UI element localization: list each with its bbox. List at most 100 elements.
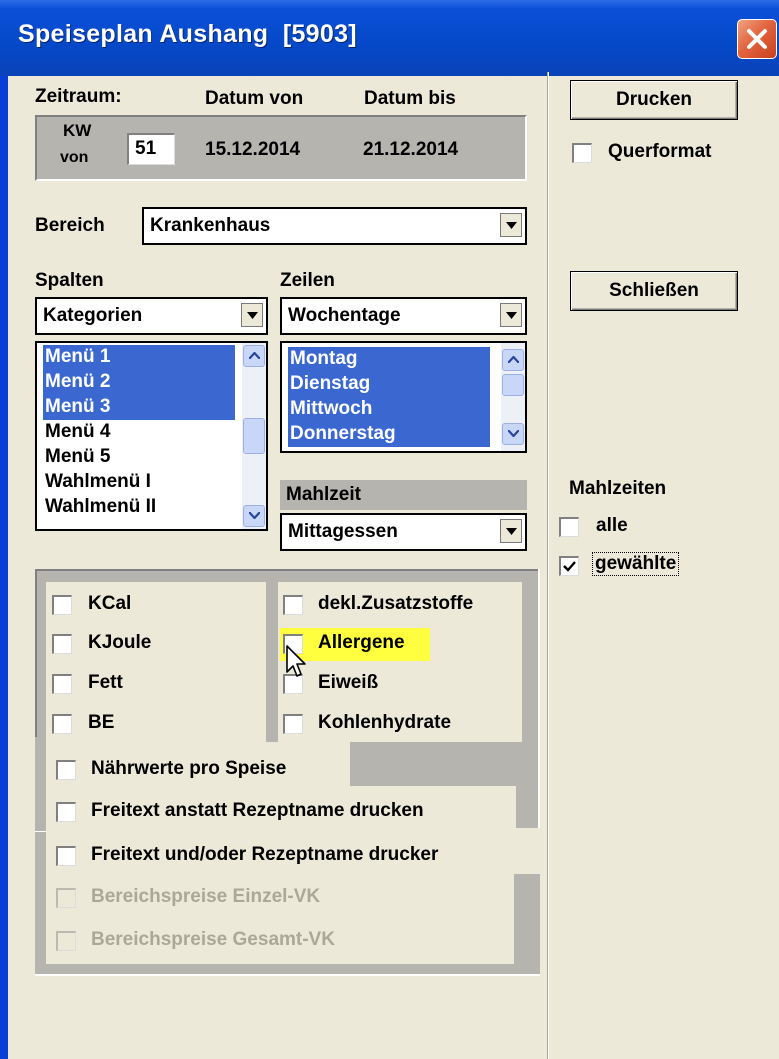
zusatzstoffe-label: dekl.Zusatzstoffe (318, 593, 474, 614)
chevron-down-icon (506, 312, 517, 319)
scroll-down-button[interactable] (243, 505, 265, 527)
mahlzeit-dropdown-button[interactable] (500, 519, 522, 543)
mahlzeiten-label: Mahlzeiten (569, 478, 667, 499)
bereich-select[interactable]: Krankenhaus (142, 207, 527, 245)
gesamt-vk-label: Bereichspreise Gesamt-VK (91, 929, 335, 950)
be-checkbox[interactable] (52, 714, 72, 734)
chevron-up-icon (508, 356, 519, 363)
panel-side (514, 874, 540, 975)
zusatzstoffe-checkbox[interactable] (283, 595, 303, 615)
chevron-down-icon (247, 312, 258, 319)
schliessen-button[interactable]: Schließen (570, 271, 738, 311)
kw-label: KW (63, 121, 92, 140)
chevron-down-icon (508, 430, 519, 437)
list-item[interactable]: Menü 1 (43, 345, 235, 370)
list-item[interactable]: Menü 2 (43, 370, 235, 395)
bereich-dropdown-button[interactable] (500, 213, 522, 237)
be-label: BE (88, 712, 115, 733)
dialog-window: Speiseplan Aushang [5903] Zeitraum: Datu… (0, 0, 779, 1059)
spalten-listbox[interactable]: Menü 1 Menü 2 Menü 3 Menü 4 Menü 5 Wahlm… (35, 341, 268, 531)
einzel-vk-checkbox (56, 888, 76, 908)
panel-edge (35, 974, 540, 976)
scroll-up-button[interactable] (243, 345, 265, 367)
mahlzeit-value: Mittagessen (288, 521, 398, 542)
chevron-down-icon (506, 528, 517, 535)
chevron-down-icon (506, 222, 517, 229)
chevron-up-icon (249, 352, 260, 359)
kjoule-label: KJoule (88, 632, 152, 653)
scroll-down-button[interactable] (502, 423, 524, 445)
list-item[interactable]: Montag (288, 347, 490, 372)
fett-label: Fett (88, 672, 123, 693)
alle-label: alle (596, 515, 628, 536)
list-item[interactable]: Menü 5 (43, 445, 110, 470)
gesamt-vk-checkbox (56, 931, 76, 951)
zeitraum-label: Zeitraum: (35, 86, 122, 107)
drucken-label: Drucken (615, 89, 693, 110)
spalten-scrollbar[interactable] (242, 343, 266, 529)
fett-checkbox[interactable] (52, 674, 72, 694)
list-item[interactable]: Donnerstag (288, 422, 490, 447)
allergene-label: Allergene (318, 632, 405, 653)
kcal-label: KCal (88, 593, 132, 614)
scroll-thumb[interactable] (243, 418, 265, 454)
drucken-button[interactable]: Drucken (570, 80, 738, 120)
window-title: Speiseplan Aushang [5903] (18, 20, 357, 48)
datum-von-value: 15.12.2014 (205, 139, 301, 160)
alle-checkbox[interactable] (559, 517, 579, 537)
eiweiss-label: Eiweiß (318, 672, 379, 693)
kw-value: 51 (135, 138, 157, 159)
gewaehlte-checkbox[interactable] (559, 556, 579, 576)
datum-bis-label: Datum bis (364, 88, 456, 109)
list-item[interactable]: Menü 3 (43, 395, 235, 420)
datum-bis-value: 21.12.2014 (363, 139, 459, 160)
zeilen-listbox[interactable]: Montag Dienstag Mittwoch Donnerstag (280, 341, 527, 453)
mahlzeit-header: Mahlzeit (280, 480, 527, 510)
von-label: von (60, 149, 89, 166)
zeitraum-panel: KW von 51 15.12.2014 21.12.2014 (35, 115, 527, 181)
kw-input[interactable]: 51 (127, 133, 175, 165)
list-item[interactable]: Wahlmenü II (43, 495, 156, 520)
kohlenhydrate-checkbox[interactable] (283, 714, 303, 734)
mahlzeit-select[interactable]: Mittagessen (280, 513, 527, 551)
close-button[interactable] (737, 19, 777, 59)
window-border (0, 76, 8, 1059)
bereich-value: Krankenhaus (150, 215, 271, 236)
scroll-up-button[interactable] (502, 349, 524, 371)
kcal-checkbox[interactable] (52, 595, 72, 615)
zeilen-value: Wochentage (288, 305, 401, 326)
schliessen-label: Schließen (609, 280, 699, 301)
freitext-und-checkbox[interactable] (56, 846, 76, 866)
mahlzeit-label: Mahlzeit (286, 484, 361, 505)
freitext-anstatt-label: Freitext anstatt Rezeptname drucken (91, 800, 424, 821)
kjoule-checkbox[interactable] (52, 634, 72, 654)
scroll-thumb[interactable] (502, 374, 524, 396)
spalten-value: Kategorien (43, 305, 143, 326)
naehrwerte-label: Nährwerte pro Speise (91, 758, 287, 779)
querformat-label: Querformat (608, 141, 712, 162)
naehrwerte-checkbox[interactable] (56, 760, 76, 780)
panel-side (35, 832, 46, 975)
separator (548, 72, 549, 1059)
panel-edge (538, 569, 540, 833)
list-item[interactable]: Menü 4 (43, 420, 110, 445)
zeilen-scrollbar[interactable] (501, 343, 525, 451)
spalten-select[interactable]: Kategorien (35, 297, 268, 335)
list-item[interactable]: Mittwoch (288, 397, 490, 422)
close-icon (747, 29, 767, 49)
list-item[interactable]: Dienstag (288, 372, 490, 397)
zeilen-dropdown-button[interactable] (500, 303, 522, 327)
nutrition-group (46, 582, 266, 742)
querformat-checkbox[interactable] (572, 143, 592, 163)
spalten-dropdown-button[interactable] (241, 303, 263, 327)
kohlenhydrate-label: Kohlenhydrate (318, 712, 452, 733)
list-item[interactable]: Wahlmenü I (43, 470, 151, 495)
title-bar[interactable]: Speiseplan Aushang [5903] (0, 0, 779, 76)
freitext-und-label: Freitext und/oder Rezeptname drucker (91, 844, 439, 865)
freitext-anstatt-checkbox[interactable] (56, 802, 76, 822)
checkmark-icon (563, 561, 576, 572)
einzel-vk-label: Bereichspreise Einzel-VK (91, 886, 321, 907)
mouse-cursor-icon (286, 645, 306, 677)
datum-von-label: Datum von (205, 88, 304, 109)
zeilen-select[interactable]: Wochentage (280, 297, 527, 335)
